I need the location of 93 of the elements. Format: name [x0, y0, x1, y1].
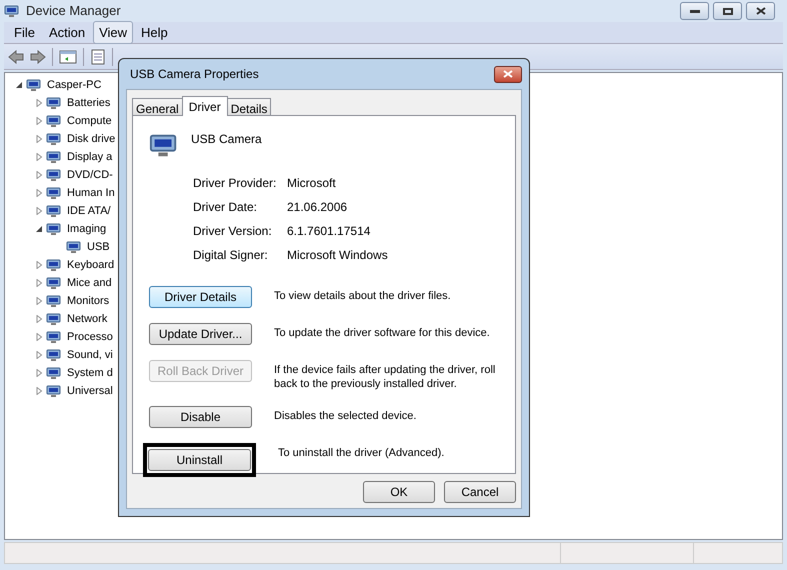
tree-item[interactable]: Casper-PC — [45, 76, 102, 94]
close-button[interactable] — [746, 2, 775, 20]
device-icon — [46, 185, 62, 201]
tree-item[interactable]: Disk drive — [65, 130, 116, 148]
device-icon — [46, 113, 62, 129]
window-icon[interactable] — [59, 48, 77, 64]
device-icon — [66, 239, 82, 255]
device-icon — [46, 347, 62, 363]
tab[interactable]: Driver — [182, 96, 228, 116]
device-icon — [46, 95, 62, 111]
collapsed-arrow-icon[interactable] — [35, 171, 43, 179]
property-label: Driver Provider: — [193, 175, 278, 192]
property-value: 21.06.2006 — [287, 199, 348, 216]
tree-item[interactable]: Universal — [65, 382, 113, 400]
menu-item[interactable]: File — [8, 20, 41, 44]
collapsed-arrow-icon[interactable] — [35, 135, 43, 143]
tree-item[interactable]: DVD/CD- — [65, 166, 113, 184]
close-icon — [756, 7, 766, 15]
property-label: Driver Version: — [193, 223, 273, 240]
tree-item[interactable]: Network — [65, 310, 108, 328]
tree-item[interactable]: USB — [85, 238, 110, 256]
device-icon — [46, 221, 62, 237]
collapsed-arrow-icon[interactable] — [35, 99, 43, 107]
tree-item[interactable]: Sound, vi — [65, 346, 113, 364]
collapsed-arrow-icon[interactable] — [35, 351, 43, 359]
collapsed-arrow-icon[interactable] — [35, 369, 43, 377]
collapsed-arrow-icon[interactable] — [35, 261, 43, 269]
close-icon — [503, 70, 513, 78]
forward-arrow-icon[interactable] — [30, 50, 46, 64]
device-icon — [4, 3, 20, 19]
menu-item[interactable]: Action — [42, 20, 92, 44]
tab[interactable]: Details — [226, 98, 272, 116]
expanded-arrow-icon[interactable] — [35, 225, 43, 233]
collapsed-arrow-icon[interactable] — [35, 333, 43, 341]
minimize-button[interactable] — [680, 2, 709, 20]
tree-item[interactable]: Compute — [65, 112, 112, 130]
dialog-button[interactable]: Cancel — [444, 481, 516, 503]
device-icon — [46, 275, 62, 291]
tree-item[interactable]: Processo — [65, 328, 113, 346]
action-button[interactable]: Update Driver... — [149, 323, 252, 345]
collapsed-arrow-icon[interactable] — [35, 297, 43, 305]
action-button[interactable]: Disable — [149, 406, 252, 428]
property-label: Driver Date: — [193, 199, 258, 216]
action-description: To view details about the driver files. — [274, 289, 452, 303]
device-icon — [26, 77, 42, 93]
back-arrow-icon[interactable] — [8, 50, 24, 64]
document-icon[interactable] — [90, 48, 106, 64]
tree-item[interactable]: Monitors — [65, 292, 110, 310]
action-description: To update the driver software for this device. — [274, 326, 491, 340]
dialog-title: USB Camera Properties — [130, 66, 259, 83]
menu-item[interactable]: View — [93, 20, 134, 44]
device-name: USB Camera — [191, 131, 262, 148]
menu-item[interactable]: Help — [135, 20, 174, 44]
collapsed-arrow-icon[interactable] — [35, 117, 43, 125]
action-description: If the device fails after updating the driver, roll back to the previously installed driver. — [274, 363, 496, 391]
device-icon — [46, 167, 62, 183]
action-description: To uninstall the driver (Advanced). — [278, 446, 446, 460]
tree-item[interactable]: Keyboard — [65, 256, 114, 274]
property-value: 6.1.7601.17514 — [287, 223, 372, 240]
device-icon — [46, 383, 62, 399]
dialog-button[interactable]: OK — [363, 481, 435, 503]
tree-item[interactable]: Batteries — [65, 94, 110, 112]
maximize-button[interactable] — [713, 2, 742, 20]
collapsed-arrow-icon[interactable] — [35, 189, 43, 197]
collapsed-arrow-icon[interactable] — [35, 315, 43, 323]
device-icon — [46, 311, 62, 327]
tree-item[interactable]: Human In — [65, 184, 115, 202]
window-title: Device Manager — [26, 2, 121, 20]
tree-item[interactable]: System d — [65, 364, 113, 382]
action-description: Disables the selected device. — [274, 409, 418, 423]
property-value: Microsoft — [287, 175, 337, 192]
action-button[interactable]: Driver Details — [149, 286, 252, 308]
collapsed-arrow-icon[interactable] — [35, 279, 43, 287]
tree-item[interactable]: Display a — [65, 148, 112, 166]
device-icon — [46, 365, 62, 381]
tree-item[interactable]: Mice and — [65, 274, 112, 292]
action-button[interactable]: Uninstall — [148, 449, 251, 471]
device-icon — [46, 131, 62, 147]
tree-item[interactable]: IDE ATA/ — [65, 202, 111, 220]
expanded-arrow-icon[interactable] — [15, 81, 23, 89]
close-button[interactable] — [494, 66, 522, 82]
device-icon — [46, 203, 62, 219]
property-value: Microsoft Windows — [287, 247, 389, 264]
device-icon — [46, 329, 62, 345]
device-icon — [46, 293, 62, 309]
collapsed-arrow-icon[interactable] — [35, 153, 43, 161]
device-icon — [46, 257, 62, 273]
tab[interactable]: General — [132, 98, 183, 116]
collapsed-arrow-icon[interactable] — [35, 387, 43, 395]
collapsed-arrow-icon[interactable] — [35, 207, 43, 215]
property-label: Digital Signer: — [193, 247, 269, 264]
tree-item[interactable]: Imaging — [65, 220, 106, 238]
device-icon — [46, 149, 62, 165]
